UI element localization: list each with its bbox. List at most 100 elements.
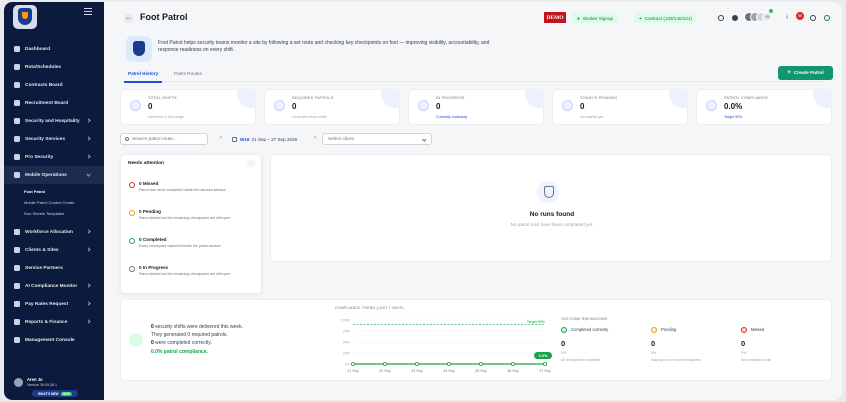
data-point: [510, 362, 515, 367]
stat-label: Required Patrols: [292, 96, 334, 100]
needs-attention-title: Needs attention: [128, 161, 164, 166]
chevron-icon: [86, 172, 91, 177]
client-select[interactable]: Select client: [322, 133, 432, 145]
week-picker[interactable]: W19 21 Sep – 27 Sep 2026: [232, 133, 297, 145]
data-point: [478, 362, 483, 367]
search-input[interactable]: [132, 136, 202, 143]
back-arrow-icon[interactable]: ←: [124, 14, 133, 23]
link-icon[interactable]: [810, 15, 816, 21]
create-patrol-button[interactable]: + Create Patrol: [778, 66, 833, 80]
filters-bar: ‹ W19 21 Sep – 27 Sep 2026 › Select clie…: [120, 133, 440, 145]
sidebar-item-security-and-hospitality[interactable]: Security and Hospitality: [4, 112, 104, 130]
prev-week-icon[interactable]: ‹: [220, 135, 222, 141]
breakdown-note: All checkpoints completed: [561, 358, 601, 362]
plus-icon: +: [639, 15, 642, 21]
x-tick-label: 24 Sep: [443, 369, 454, 373]
x-tick-label: 27 Sep: [539, 369, 550, 373]
search-box[interactable]: [120, 133, 208, 145]
missed-icon: [741, 327, 747, 333]
contract-button[interactable]: + Contract (139/140/141): [634, 13, 697, 23]
avatar[interactable]: [14, 378, 23, 387]
calendar-icon: [232, 136, 237, 142]
team-avatars[interactable]: +5: [744, 12, 774, 22]
check-circle-icon[interactable]: [732, 15, 738, 21]
stat-subtext: Currently underway: [436, 115, 468, 119]
stat-subtext: Not started yet: [580, 115, 604, 119]
attention-item-title: 0 Completed: [139, 237, 167, 242]
search-icon[interactable]: [718, 15, 724, 21]
sidebar-item-reports-and-finance[interactable]: Reports & Finance: [4, 313, 104, 331]
stat-label: Today's Pending: [580, 96, 618, 100]
decorative-blob: [237, 90, 255, 108]
data-point: [350, 362, 355, 367]
breakdown-label: Pending: [661, 327, 677, 332]
status-icon[interactable]: [824, 15, 830, 21]
sidebar-subitem-foot-patrol[interactable]: Foot Patrol: [4, 186, 104, 197]
whats-new-button[interactable]: WHAT'S NEW NEW: [32, 390, 78, 397]
pending-icon: [651, 327, 657, 333]
contracts-board-icon: [14, 82, 20, 88]
new-badge: NEW: [60, 391, 72, 396]
tab-patrol-history[interactable]: Patrol History: [123, 71, 163, 83]
sidebar-item-management-console[interactable]: Management Console: [4, 331, 104, 349]
chevron-icon: [86, 154, 91, 159]
sidebar-item-service-partners[interactable]: Service Partners: [4, 259, 104, 277]
shield-logo-icon: [18, 8, 32, 25]
attention-item-title: 0 Pending: [139, 209, 161, 214]
chart-icon: [129, 333, 143, 347]
sidebar-item-security-services[interactable]: Security Services: [4, 130, 104, 148]
collapse-icon[interactable]: [247, 159, 255, 167]
app-logo[interactable]: [13, 5, 37, 29]
status-dot-icon: [129, 266, 135, 272]
sidebar-item-rota-schedules[interactable]: Rota/Schedules: [4, 58, 104, 76]
stat-card-total-shifts: Total Shifts 0 Delivered in this range: [120, 89, 256, 125]
tab-patrol-routes[interactable]: Patrol Routes: [174, 71, 202, 76]
sidebar-item-mobile-operations[interactable]: Mobile Operations: [4, 166, 104, 184]
info-icon[interactable]: i: [784, 15, 790, 21]
chevron-icon: [86, 118, 91, 123]
attention-item-desc: Patrol started but the remaining checkpo…: [139, 216, 231, 220]
clients-and-sites-icon: [14, 247, 20, 253]
online-dot-icon: [769, 9, 773, 13]
stats-row: Total Shifts 0 Delivered in this range Requ…: [120, 89, 832, 125]
sidebar-item-pro-security[interactable]: Pro Security: [4, 148, 104, 166]
stat-value: 0: [148, 102, 153, 111]
stat-subtext: Generated from shifts: [292, 115, 327, 119]
notification-badge[interactable]: 99: [796, 12, 804, 20]
menu-toggle-icon[interactable]: [84, 8, 92, 16]
app-window: Dashboard Rota/Schedules Contracts Board Re…: [4, 2, 842, 400]
attention-item-desc: Patrol started but the remaining checkpo…: [139, 272, 231, 276]
next-week-icon[interactable]: ›: [314, 135, 316, 141]
sidebar-item-dashboard[interactable]: Dashboard: [4, 40, 104, 58]
sidebar-item-recruitment-board[interactable]: Recruitment Board: [4, 94, 104, 112]
sidebar-item-label: AI Compliance Monitor: [25, 283, 78, 289]
summary-line-compliance: 0.0% patrol compliance.: [151, 349, 208, 355]
week-code: W19: [240, 136, 250, 142]
sidebar-item-workforce-allocation[interactable]: Workforce Allocation: [4, 223, 104, 241]
sidebar-item-label: Workforce Allocation: [25, 229, 73, 235]
sidebar-item-label: Mobile Operations: [25, 172, 67, 178]
sidebar-item-ai-compliance-monitor[interactable]: AI Compliance Monitor: [4, 277, 104, 295]
sidebar-item-contracts-board[interactable]: Contracts Board: [4, 76, 104, 94]
required-patrols-icon: [274, 100, 285, 111]
sidebar-item-pay-rates-request[interactable]: Pay Rates Request: [4, 295, 104, 313]
contract-label: Contract (139/140/141): [644, 15, 692, 21]
stat-value: 0.0%: [724, 102, 743, 111]
attention-item-desc: Patrol was never completed within the al…: [139, 188, 226, 192]
summary-line-completed: 0 were completed correctly.: [151, 340, 212, 346]
y-tick-label: 0%: [345, 362, 351, 366]
sidebar-subitem-run-sheets-templates[interactable]: Run Sheets Templates: [4, 208, 104, 219]
demo-badge: DEMO: [544, 12, 566, 23]
sidebar-item-label: Security and Hospitality: [25, 118, 80, 124]
y-tick-label: 50%: [343, 340, 351, 344]
breakdown-note: Not completed at all: [741, 358, 771, 362]
intro-description: Foot Patrol helps security teams monitor…: [158, 40, 490, 54]
worker-signup-button[interactable]: ● Worker Signup: [572, 13, 619, 23]
stat-label: Patrol Compliance: [724, 96, 769, 100]
page-title: Foot Patrol: [140, 12, 188, 22]
security-and-hospitality-icon: [14, 118, 20, 124]
sidebar-subitem-mobile-patrol-control-center[interactable]: Mobile Patrol Control Center: [4, 197, 104, 208]
sidebar-item-clients-and-sites[interactable]: Clients & Sites: [4, 241, 104, 259]
runs-panel: No runs found No patrol runs have been c…: [270, 154, 832, 262]
workforce-allocation-icon: [14, 229, 20, 235]
